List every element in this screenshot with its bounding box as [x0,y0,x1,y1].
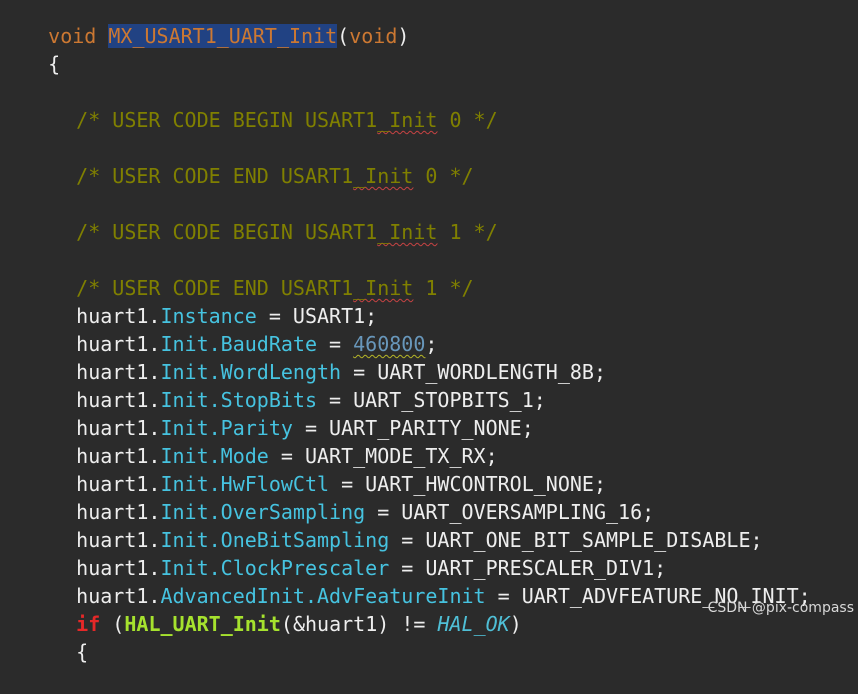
function-hal-uart-init: HAL_UART_Init [124,612,281,636]
selected-function-name[interactable]: MX_USART1_UART_Init [108,24,338,48]
comment-1-pre: /* USER CODE BEGIN USART1 [76,108,378,132]
function-signature-line[interactable]: void MX_USART1_UART_Init(void) [0,0,409,48]
brace-open: { [48,52,61,76]
if-close-paren: ) [509,612,522,636]
code-line-baudrate[interactable]: huart1.Init.BaudRate = 460800; [0,302,437,356]
comment-2-init: _Init [353,164,414,188]
code-line-hwflowctl[interactable]: huart1.Init.HwFlowCtl = UART_HWCONTROL_N… [0,442,606,496]
paren-close: ) [397,24,410,48]
code-line-advfeatureinit[interactable]: huart1.AdvancedInit.AdvFeatureInit = UAR… [0,554,811,608]
comment-3-init: _Init [377,220,438,244]
brace-open-2: { [76,640,89,664]
code-editor[interactable]: void MX_USART1_UART_Init(void) { /* USER… [0,0,858,664]
if-open-paren: ( [100,612,125,636]
code-line-wordlength[interactable]: huart1.Init.WordLength = UART_WORDLENGTH… [0,330,606,384]
code-line-instance[interactable]: huart1.Instance = USART1; [0,274,377,328]
comment-1-init: _Init [377,108,438,132]
keyword-void-param: void [349,24,398,48]
code-line-clockprescaler[interactable]: huart1.Init.ClockPrescaler = UART_PRESCA… [0,526,666,580]
csdn-watermark: CSDN @pix-compass [707,600,854,616]
comment-line-2[interactable]: /* USER CODE END USART1_Init 0 */ [0,134,473,188]
paren-open: ( [337,24,350,48]
code-line-oversampling[interactable]: huart1.Init.OverSampling = UART_OVERSAMP… [0,470,654,524]
code-line-onebitsampling[interactable]: huart1.Init.OneBitSampling = UART_ONE_BI… [0,498,762,552]
code-line-mode[interactable]: huart1.Init.Mode = UART_MODE_TX_RX; [0,414,497,468]
comment-2-pre: /* USER CODE END USART1 [76,164,354,188]
comment-2-post: 0 */ [413,164,474,188]
if-args: (&huart1) != [280,612,438,636]
code-line-parity[interactable]: huart1.Init.Parity = UART_PARITY_NONE; [0,386,534,440]
comment-line-4[interactable]: /* USER CODE END USART1_Init 1 */ [0,246,473,300]
comment-3-pre: /* USER CODE BEGIN USART1 [76,220,378,244]
code-line-if[interactable]: if (HAL_UART_Init(&huart1) != HAL_OK) [0,582,522,636]
brace-open-line-2[interactable]: { [0,610,88,664]
comment-3-post: 1 */ [437,220,498,244]
constant-hal-ok: HAL_OK [437,612,510,636]
brace-open-line[interactable]: { [0,22,60,76]
comment-4-post: 1 */ [413,276,474,300]
comment-1-post: 0 */ [437,108,498,132]
comment-line-3[interactable]: /* USER CODE BEGIN USART1_Init 1 */ [0,190,497,244]
code-line-stopbits[interactable]: huart1.Init.StopBits = UART_STOPBITS_1; [0,358,546,412]
comment-line-1[interactable]: /* USER CODE BEGIN USART1_Init 0 */ [0,78,497,132]
